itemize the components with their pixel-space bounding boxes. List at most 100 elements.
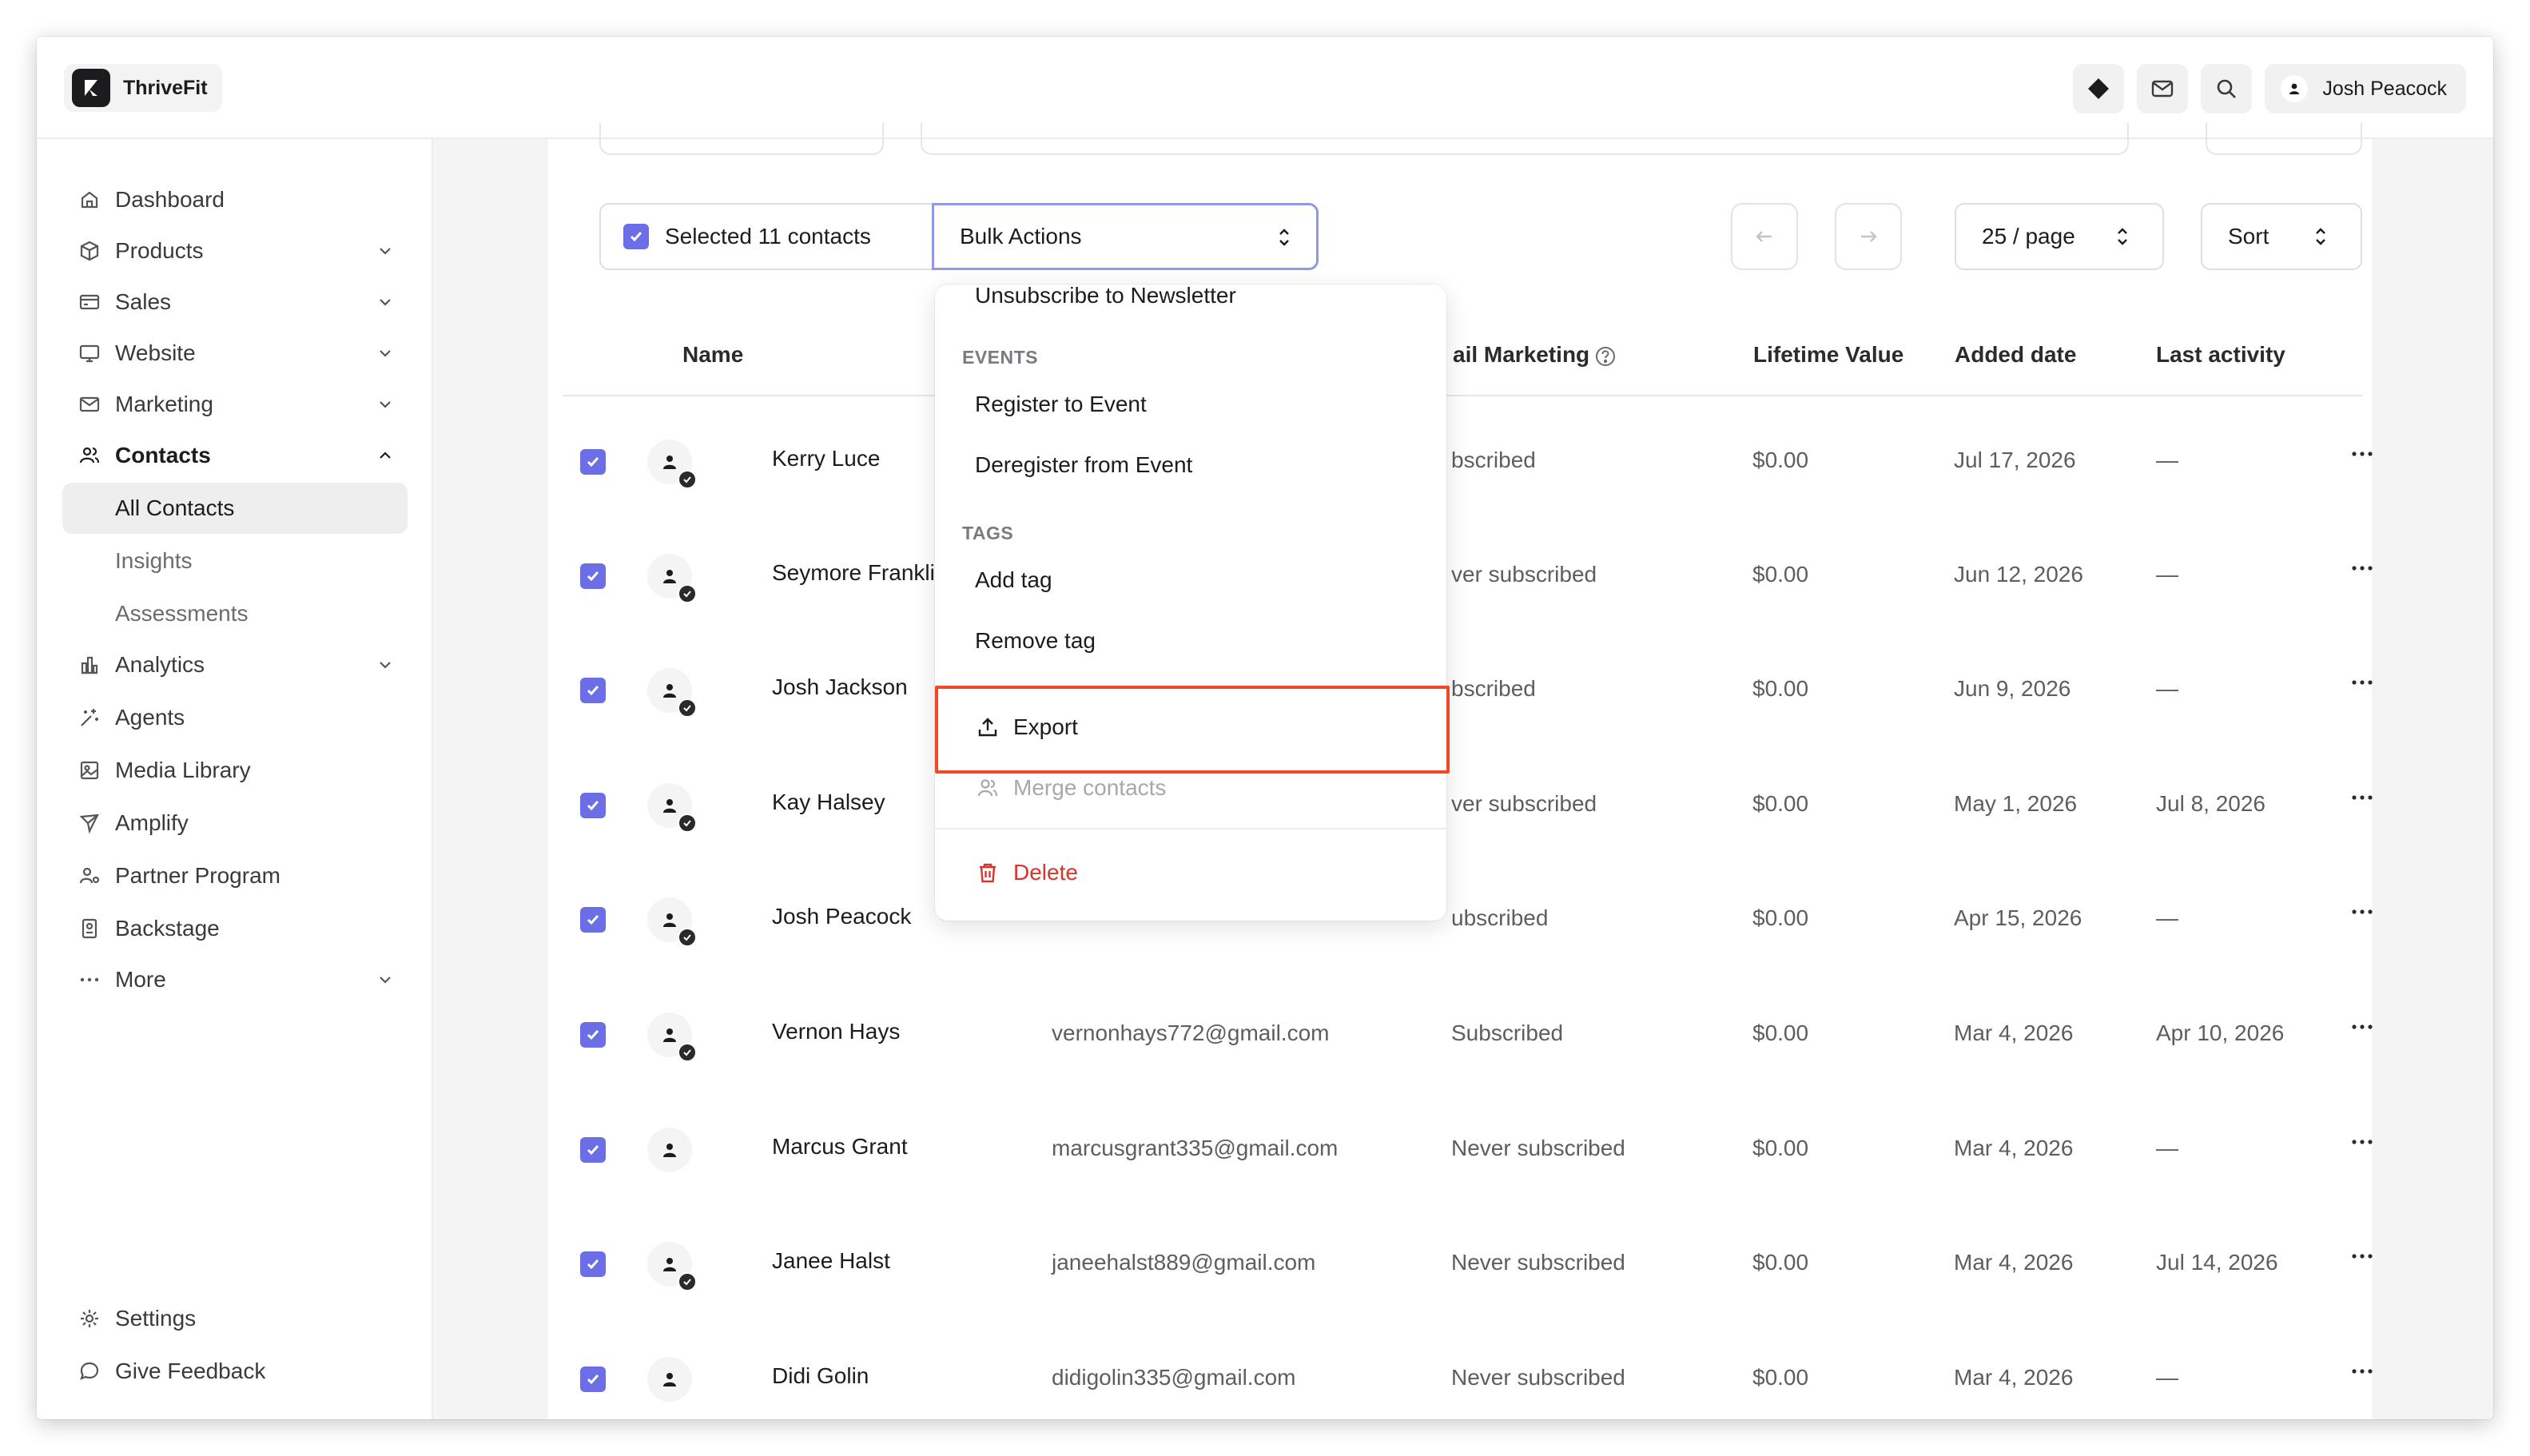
sidebar: Dashboard Products Sales Website Marketi… [37,139,433,1419]
contact-name[interactable]: Seymore Franklin [772,560,947,586]
select-all-control[interactable]: Selected 11 contacts [599,203,932,270]
sort-button[interactable]: Sort [2201,203,2362,270]
table-row[interactable]: Vernon Hays vernonhays772@gmail.com Subs… [548,979,2373,1094]
row-checkbox[interactable] [580,1137,606,1163]
email-marketing-status: Never subscribed [1451,1365,1625,1390]
table-row[interactable]: Janee Halst janeehalst889@gmail.com Neve… [548,1208,2373,1323]
more-options-icon[interactable] [2346,666,2378,698]
column-header-lifetime-value[interactable]: Lifetime Value [1753,342,1903,368]
workspace-switcher[interactable]: ThriveFit [64,64,222,112]
sidebar-item-all-contacts[interactable]: All Contacts [62,483,408,534]
menu-item-remove-tag[interactable]: Remove tag [935,615,1446,666]
row-checkbox[interactable] [580,563,606,589]
row-checkbox[interactable] [580,907,606,933]
sidebar-item-contacts[interactable]: Contacts [62,430,408,481]
menu-item-merge-contacts: Merge contacts [935,762,1446,814]
chevron-down-icon [374,291,396,313]
more-options-icon[interactable] [2346,552,2378,584]
sidebar-item-agents[interactable]: Agents [62,692,408,743]
more-options-icon[interactable] [2346,782,2378,814]
row-checkbox[interactable] [580,793,606,818]
table-row[interactable]: Marcus Grant marcusgrant335@gmail.com Ne… [548,1094,2373,1209]
row-checkbox[interactable] [580,1366,606,1392]
sidebar-item-dashboard[interactable]: Dashboard [62,174,408,225]
more-options-icon[interactable] [2346,438,2378,470]
search-icon[interactable] [2201,64,2253,113]
more-options-icon[interactable] [2346,1126,2378,1158]
menu-item-export[interactable]: Export [935,702,1446,753]
sidebar-item-sales[interactable]: Sales [62,276,408,328]
table-row[interactable]: Kay Halsey ver subscribed $0.00 May 1, 2… [548,750,2373,865]
sidebar-item-insights[interactable]: Insights [62,535,408,587]
filter-field[interactable] [2206,123,2362,155]
more-options-icon[interactable] [2346,1011,2378,1043]
row-checkbox[interactable] [580,1251,606,1277]
column-header-last-activity[interactable]: Last activity [2156,342,2285,368]
sidebar-item-partner-program[interactable]: Partner Program [62,850,408,901]
menu-item-unsubscribe-newsletter[interactable]: Unsubscribe to Newsletter [935,273,1446,318]
chart-icon [75,650,104,679]
sidebar-item-label: Backstage [115,916,220,941]
diamond-icon[interactable] [2073,64,2125,113]
table-row[interactable]: Josh Peacock ubscribed $0.00 Apr 15, 202… [548,864,2373,979]
help-icon[interactable] [1594,345,1617,368]
user-menu-button[interactable]: Josh Peacock [2265,64,2466,113]
more-options-icon[interactable] [2346,1240,2378,1272]
email-marketing-status: Never subscribed [1451,1136,1625,1160]
email-marketing-status: Subscribed [1451,1020,1564,1045]
checkbox-checked-icon[interactable] [623,224,649,249]
menu-item-register-event[interactable]: Register to Event [935,379,1446,430]
contact-name[interactable]: Kerry Luce [772,446,880,471]
row-checkbox[interactable] [580,678,606,703]
sidebar-item-settings[interactable]: Settings [62,1293,408,1344]
more-options-icon[interactable] [2346,1355,2378,1387]
sidebar-item-backstage[interactable]: Backstage [62,903,408,954]
column-header-added-date[interactable]: Added date [1955,342,2076,368]
contact-name[interactable]: Vernon Hays [772,1019,900,1044]
sidebar-item-amplify[interactable]: Amplify [62,798,408,849]
contact-name[interactable]: Kay Halsey [772,790,885,815]
lifetime-value: $0.00 [1752,791,1809,816]
row-checkbox[interactable] [580,1022,606,1048]
menu-item-add-tag[interactable]: Add tag [935,555,1446,606]
column-header-email-marketing[interactable]: ail Marketing [1453,342,1617,368]
mail-icon[interactable] [2137,64,2189,113]
sidebar-item-assessments[interactable]: Assessments [62,588,408,639]
trash-icon [975,860,1000,885]
table-row[interactable]: Josh Jackson bscribed $0.00 Jun 9, 2026 … [548,635,2373,750]
sidebar-item-more[interactable]: More [62,954,408,1005]
menu-item-delete[interactable]: Delete [935,847,1446,898]
filter-field[interactable] [599,123,884,155]
menu-item-deregister-event[interactable]: Deregister from Event [935,440,1446,491]
lifetime-value: $0.00 [1752,676,1809,701]
column-header-label: ail Marketing [1453,342,1590,367]
next-page-button[interactable] [1835,203,1902,270]
sidebar-item-label: More [115,967,166,992]
contact-name[interactable]: Josh Peacock [772,904,911,929]
table-row[interactable]: Didi Golin didigolin335@gmail.com Never … [548,1323,2373,1419]
sidebar-item-analytics[interactable]: Analytics [62,639,408,690]
check-badge-icon [678,584,697,603]
sidebar-item-marketing[interactable]: Marketing [62,379,408,430]
sidebar-item-give-feedback[interactable]: Give Feedback [62,1346,408,1397]
arrow-left-icon [1756,231,1772,242]
contact-name[interactable]: Marcus Grant [772,1134,908,1160]
sidebar-item-media-library[interactable]: Media Library [62,745,408,796]
column-header-name[interactable]: Name [682,342,743,368]
more-options-icon[interactable] [2346,896,2378,928]
menu-divider [935,828,1446,829]
table-row[interactable]: Kerry Luce bscribed $0.00 Jul 17, 2026 — [548,406,2373,521]
sidebar-item-website[interactable]: Website [62,328,408,379]
search-field[interactable] [921,123,2129,155]
previous-page-button[interactable] [1731,203,1798,270]
bulk-actions-label: Bulk Actions [960,224,1082,249]
row-checkbox[interactable] [580,449,606,475]
per-page-select[interactable]: 25 / page [1955,203,2164,270]
contact-name[interactable]: Didi Golin [772,1363,869,1389]
table-row[interactable]: Seymore Franklin ver subscribed $0.00 Ju… [548,520,2373,635]
top-actions: Josh Peacock [2073,64,2466,113]
sidebar-item-products[interactable]: Products [62,225,408,276]
bulk-actions-select[interactable]: Bulk Actions [932,203,1319,270]
contact-name[interactable]: Janee Halst [772,1248,890,1274]
contact-name[interactable]: Josh Jackson [772,674,908,700]
